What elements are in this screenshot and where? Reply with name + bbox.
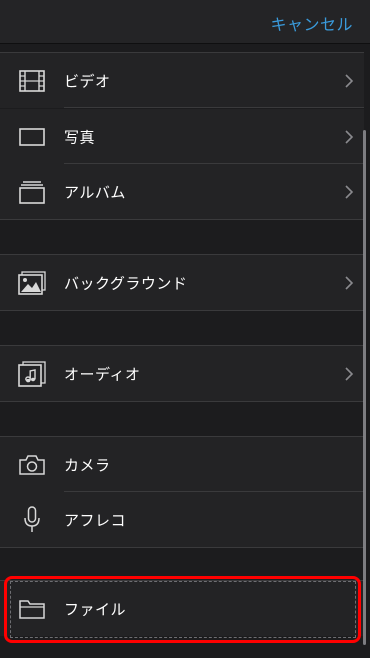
menu-item-label: アフレコ xyxy=(64,511,127,529)
film-icon xyxy=(17,68,47,94)
album-stack-icon xyxy=(17,179,47,205)
menu-item-camera[interactable]: カメラ xyxy=(0,437,364,492)
menu-item-video[interactable]: ビデオ xyxy=(0,53,364,108)
divider xyxy=(0,401,364,402)
menu-item-album[interactable]: アルバム xyxy=(0,164,364,219)
menu-item-label: カメラ xyxy=(64,456,111,474)
scrollbar[interactable] xyxy=(363,130,366,645)
menu-item-label: バックグラウンド xyxy=(64,274,188,292)
menu-item-label: ビデオ xyxy=(64,72,111,90)
divider xyxy=(0,310,364,311)
microphone-icon xyxy=(17,505,47,533)
menu-item-audio[interactable]: オーディオ xyxy=(0,346,364,401)
divider xyxy=(0,219,364,220)
menu-item-label: オーディオ xyxy=(64,365,141,383)
chevron-right-icon xyxy=(345,366,354,381)
menu-item-label: 写真 xyxy=(64,128,96,146)
camera-icon xyxy=(17,452,47,478)
menu-item-photo[interactable]: 写真 xyxy=(0,109,364,164)
music-note-icon xyxy=(17,360,47,387)
menu-item-background[interactable]: バックグラウンド xyxy=(0,255,364,310)
menu-item-label: アルバム xyxy=(64,183,126,201)
menu-item-voiceover[interactable]: アフレコ xyxy=(0,492,364,547)
cancel-button[interactable]: キャンセル xyxy=(270,11,353,35)
landscape-image-icon xyxy=(17,270,47,296)
chevron-right-icon xyxy=(345,275,354,290)
navigation-bar: キャンセル xyxy=(0,0,370,44)
chevron-right-icon xyxy=(345,129,354,144)
highlight-box xyxy=(4,576,361,643)
row-separator xyxy=(64,107,364,108)
divider xyxy=(0,547,364,548)
chevron-right-icon xyxy=(345,73,354,88)
chevron-right-icon xyxy=(345,184,354,199)
photo-frame-icon xyxy=(17,124,47,150)
import-sheet: キャンセル ビデオ 写真 アルバム バックグラウンド オーディオ カメラ アフレ… xyxy=(0,0,370,658)
